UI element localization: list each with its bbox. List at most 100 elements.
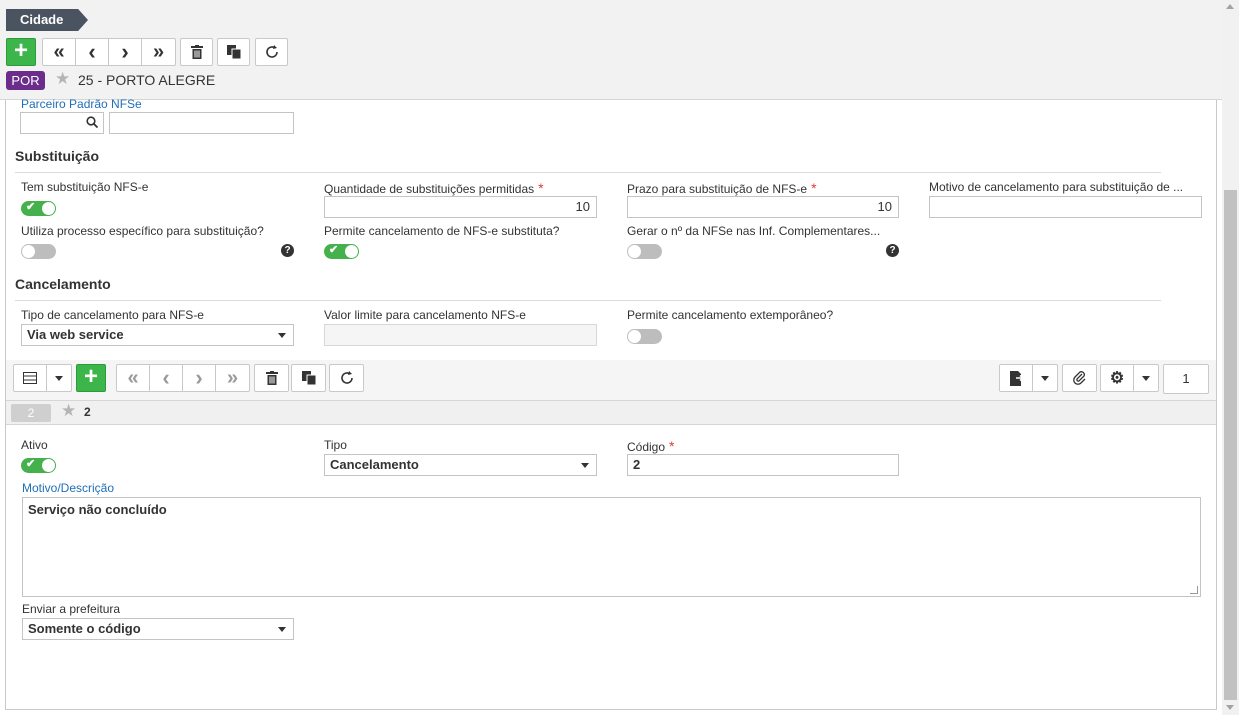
help-icon[interactable]: ?	[886, 244, 899, 257]
motivo-cancelamento-label: Motivo de cancelamento para substituição…	[929, 180, 1184, 194]
caret-down-icon	[55, 375, 63, 381]
check-icon: ✔	[26, 201, 36, 213]
valor-limite-label: Valor limite para cancelamento NFS-e	[324, 308, 526, 322]
subgrid-next-button[interactable]: ›	[183, 365, 216, 391]
motivo-cancelamento-input[interactable]	[929, 196, 1202, 218]
partner-label[interactable]: Parceiro Padrão NFSe	[21, 97, 142, 111]
export-dropdown-button[interactable]	[1033, 365, 1057, 391]
resize-handle-icon[interactable]	[1190, 586, 1198, 594]
chevron-left-icon: ‹	[88, 39, 96, 64]
table-icon	[23, 372, 37, 384]
extemporaneo-label: Permite cancelamento extemporâneo?	[627, 308, 834, 322]
help-icon[interactable]: ?	[281, 244, 294, 257]
double-chevron-left-icon: «	[53, 41, 65, 63]
settings-group: ⚙	[1100, 364, 1159, 392]
file-export-icon	[1009, 370, 1023, 386]
check-icon: ✔	[329, 244, 339, 256]
subgrid-navigation: « ‹ › »	[116, 364, 250, 392]
last-record-button[interactable]: »	[142, 39, 175, 65]
record-tag: POR	[6, 71, 45, 90]
tipo-cancelamento-select[interactable]: Via web service	[21, 324, 294, 346]
quantidade-substituicoes-label: Quantidade de substituições permitidas *	[324, 180, 544, 196]
tipo-cancelamento-value: Via web service	[27, 327, 124, 342]
valor-limite-input	[324, 324, 597, 346]
subgrid-refresh-button[interactable]	[329, 364, 364, 392]
chevron-right-icon: ›	[121, 39, 129, 64]
double-chevron-right-icon: »	[226, 367, 239, 389]
double-chevron-right-icon: »	[152, 41, 165, 63]
prazo-substituicao-label: Prazo para substituição de NFS-e *	[627, 180, 817, 196]
chevron-right-icon: ›	[195, 365, 203, 390]
refresh-icon	[340, 371, 353, 384]
add-button[interactable]: +	[6, 38, 36, 66]
motivo-descricao-value: Serviço não concluído	[28, 502, 167, 517]
caret-down-icon	[278, 627, 286, 632]
next-record-button[interactable]: ›	[109, 39, 142, 65]
record-header: Cidade + « ‹ › » POR ★ 25 - PORTO ALEGRE	[0, 0, 1222, 100]
enviar-prefeitura-value: Somente o código	[28, 621, 141, 636]
star-icon[interactable]: ★	[61, 401, 76, 421]
scroll-up-icon[interactable]	[1226, 4, 1234, 9]
view-dropdown-button[interactable]	[47, 365, 71, 391]
delete-button[interactable]	[180, 38, 213, 66]
copy-icon	[226, 45, 241, 59]
codigo-label: Código *	[627, 438, 674, 454]
previous-record-button[interactable]: ‹	[76, 39, 109, 65]
section-divider	[15, 172, 1161, 173]
page-number-input[interactable]: 1	[1163, 364, 1209, 394]
vertical-scrollbar[interactable]	[1222, 0, 1239, 715]
gear-icon: ⚙	[1109, 370, 1125, 387]
tem-substituicao-toggle[interactable]: ✔	[21, 201, 56, 216]
subgrid-delete-button[interactable]	[254, 364, 289, 392]
refresh-button[interactable]	[255, 38, 288, 66]
extemporaneo-toggle[interactable]	[627, 329, 662, 344]
codigo-input[interactable]: 2	[627, 454, 899, 476]
paperclip-icon	[1072, 371, 1085, 385]
breadcrumb[interactable]: Cidade	[6, 9, 88, 31]
subgrid-duplicate-button[interactable]	[291, 364, 326, 392]
motivo-descricao-textarea[interactable]: Serviço não concluído	[22, 497, 1201, 597]
codigo-label-text: Código	[627, 440, 666, 454]
subgrid-record-tag: 2	[11, 404, 51, 422]
star-icon[interactable]: ★	[55, 69, 70, 89]
processo-especifico-toggle[interactable]	[21, 244, 56, 259]
first-record-button[interactable]: «	[43, 39, 76, 65]
quantidade-substituicoes-input[interactable]: 10	[324, 196, 597, 218]
gerar-numero-toggle[interactable]	[627, 244, 662, 259]
subgrid-toolbar: + « ‹ › » ⚙	[6, 360, 1216, 400]
tipo-select[interactable]: Cancelamento	[324, 454, 597, 476]
form-panel: Parceiro Padrão NFSe Substituição Tem su…	[5, 97, 1217, 710]
attachment-button[interactable]	[1062, 364, 1097, 392]
required-icon: *	[669, 438, 675, 454]
gerar-numero-label: Gerar o nº da NFSe nas Inf. Complementar…	[627, 224, 881, 238]
scroll-down-icon[interactable]	[1226, 705, 1234, 710]
trash-icon	[265, 371, 278, 385]
motivo-descricao-label[interactable]: Motivo/Descrição	[22, 481, 114, 495]
scrollbar-thumb[interactable]	[1224, 190, 1237, 700]
search-icon[interactable]	[86, 116, 98, 128]
subgrid-prev-button[interactable]: ‹	[150, 365, 183, 391]
grid-view-button[interactable]	[14, 365, 47, 391]
permite-cancelamento-toggle[interactable]: ✔	[324, 244, 359, 259]
subgrid-add-button[interactable]: +	[76, 364, 106, 392]
settings-dropdown-button[interactable]	[1134, 365, 1158, 391]
required-icon: *	[538, 180, 544, 196]
prazo-label-text: Prazo para substituição de NFS-e	[627, 182, 808, 196]
enviar-prefeitura-select[interactable]: Somente o código	[22, 618, 294, 640]
copy-icon	[301, 371, 316, 385]
navigation-toolbar: « ‹ › »	[42, 38, 176, 66]
settings-button[interactable]: ⚙	[1101, 365, 1134, 391]
duplicate-button[interactable]	[217, 38, 250, 66]
partner-code-input[interactable]	[20, 112, 104, 134]
tem-substituicao-label: Tem substituição NFS-e	[21, 180, 149, 194]
export-button[interactable]	[1000, 365, 1033, 391]
partner-name-input[interactable]	[109, 112, 294, 134]
ativo-label: Ativo	[21, 438, 48, 452]
tipo-label: Tipo	[324, 438, 347, 452]
subgrid-last-button[interactable]: »	[216, 365, 249, 391]
ativo-toggle[interactable]: ✔	[21, 458, 56, 473]
caret-down-icon	[278, 333, 286, 338]
tipo-cancelamento-label: Tipo de cancelamento para NFS-e	[21, 308, 204, 322]
prazo-substituicao-input[interactable]: 10	[627, 196, 899, 218]
subgrid-first-button[interactable]: «	[117, 365, 150, 391]
